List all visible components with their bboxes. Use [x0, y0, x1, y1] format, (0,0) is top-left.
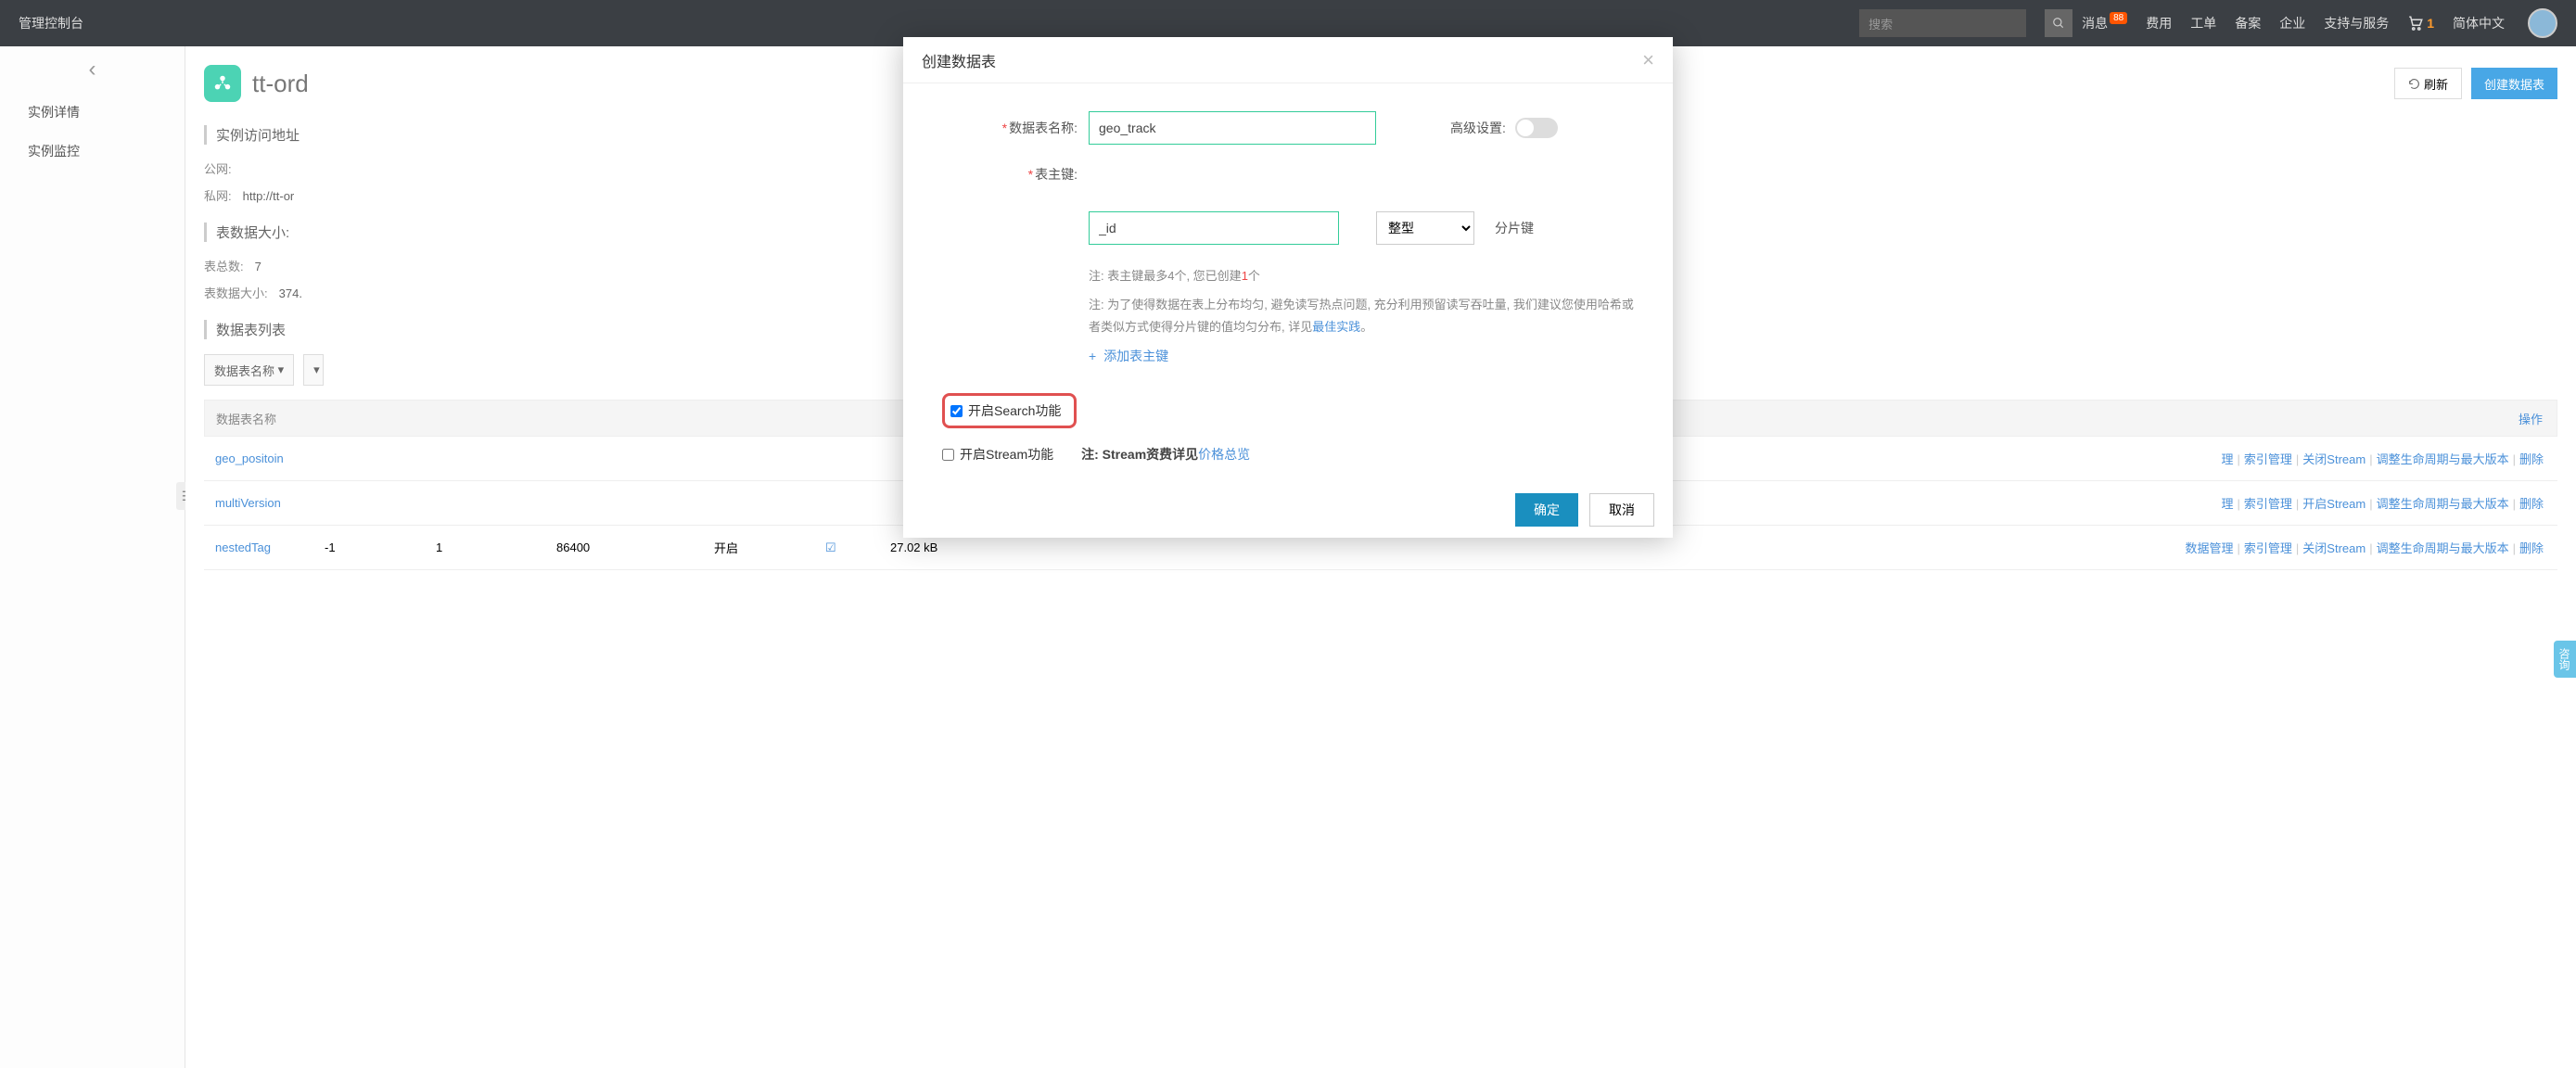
note-pk-dist: 注: 为了使得数据在表上分布均匀, 避免读写热点问题, 充分利用预留读写吞吐量,… [1089, 294, 1645, 337]
pk-name-input[interactable] [1089, 211, 1339, 245]
table-name-input[interactable] [1089, 111, 1376, 145]
advanced-label: 高级设置: [1450, 119, 1506, 137]
shard-label: 分片键 [1495, 219, 1534, 237]
confirm-button[interactable]: 确定 [1515, 493, 1578, 527]
pricing-link[interactable]: 价格总览 [1198, 447, 1250, 462]
cancel-button[interactable]: 取消 [1589, 493, 1654, 527]
enable-stream-label: 开启Stream功能 [960, 445, 1053, 464]
best-practice-link[interactable]: 最佳实践 [1312, 320, 1360, 334]
table-name-label: 数据表名称: [1009, 121, 1078, 135]
create-table-dialog: 创建数据表 × *数据表名称: 高级设置: *表主键: 整型 分片键 [903, 37, 1673, 538]
enable-search-label: 开启Search功能 [968, 401, 1061, 420]
dialog-title: 创建数据表 [922, 49, 996, 71]
pk-type-select[interactable]: 整型 [1376, 211, 1474, 245]
dialog-mask: 创建数据表 × *数据表名称: 高级设置: *表主键: 整型 分片键 [0, 0, 2576, 1068]
plus-icon: + [1089, 349, 1096, 363]
enable-stream-checkbox[interactable] [942, 449, 954, 461]
enable-search-highlight: 开启Search功能 [942, 393, 1077, 428]
pk-label: 表主键: [1035, 167, 1078, 182]
enable-search-checkbox[interactable] [950, 405, 963, 417]
note-pk-count: 注: 表主键最多4个, 您已创建1个 [1089, 265, 1645, 286]
enable-stream-row: 开启Stream功能 [942, 445, 1053, 464]
close-icon[interactable]: × [1642, 48, 1654, 72]
advanced-toggle[interactable] [1515, 118, 1558, 138]
stream-note: 注: Stream资费详见价格总览 [1081, 445, 1250, 464]
add-pk-button[interactable]: + 添加表主键 [1089, 347, 1645, 365]
